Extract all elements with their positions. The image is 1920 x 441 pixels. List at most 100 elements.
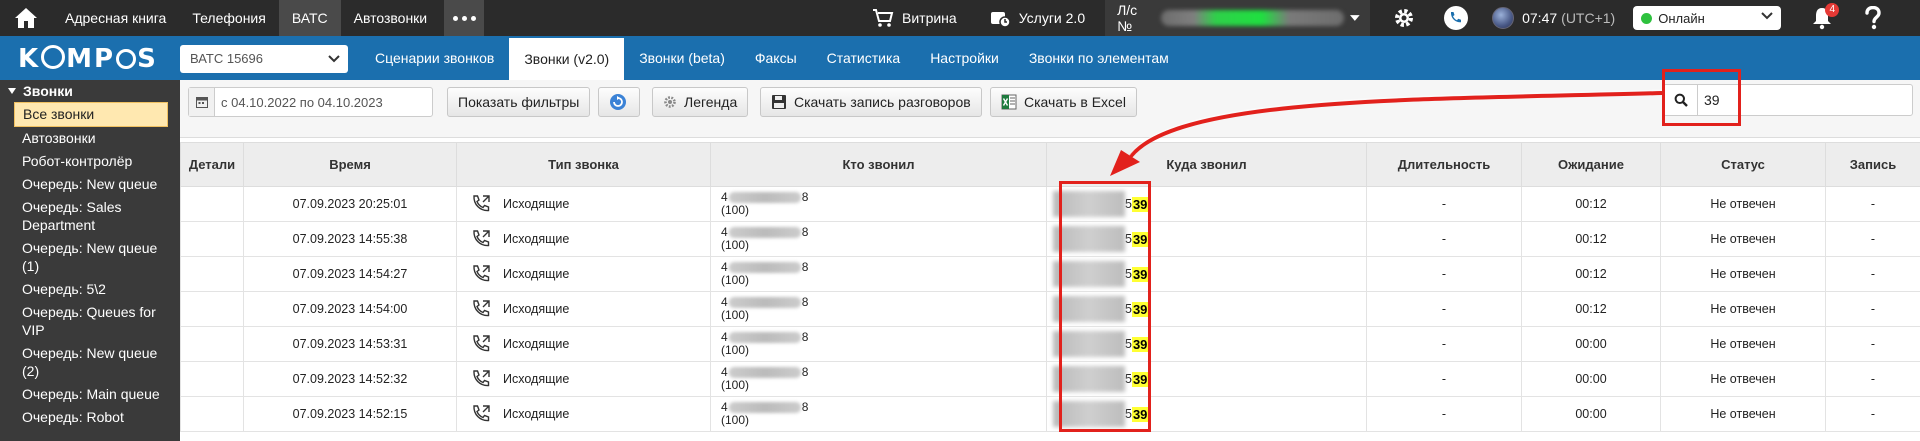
details-cell[interactable] [180,326,244,362]
vats-select[interactable]: ВАТС 15696 [180,45,348,73]
status-dropdown[interactable]: Онлайн [1633,6,1782,30]
home-button[interactable] [0,0,52,36]
table-row[interactable]: 07.09.2023 14:52:32 Исходящие 48 (100) 5… [180,361,1920,397]
caller-suffix: 8 [801,190,809,204]
call-type-cell: Исходящие [456,361,711,397]
details-cell[interactable] [180,221,244,257]
caller-suffix: 8 [801,330,809,344]
tab-calls-v2[interactable]: Звонки (v2.0) [509,38,625,80]
table-row[interactable]: 07.09.2023 14:54:27 Исходящие 48 (100) 5… [180,256,1920,292]
date-range-field[interactable]: с 04.10.2022 по 04.10.2023 [188,87,433,117]
header-record[interactable]: Запись [1825,142,1920,187]
more-menu-button[interactable] [444,0,485,36]
caller-cell: 4 8 (100) [710,361,1047,397]
legend-button[interactable]: Легенда [652,87,749,117]
show-filters-button[interactable]: Показать фильтры [447,87,591,117]
details-cell[interactable] [180,396,244,432]
app-window: Адресная книга Телефония ВАТС Автозвонки… [0,0,1920,441]
status-cell: Не отвечен [1660,256,1826,292]
caller-suffix: 8 [801,225,809,239]
cart-icon [873,9,894,27]
phone-button[interactable] [1430,0,1482,36]
menu-autocalls[interactable]: Автозвонки [341,0,441,36]
home-icon [15,8,37,28]
blue-nav-bar: K MP S ВАТС 15696 Сценарии звонков Звонки … [0,36,1920,80]
details-cell[interactable] [180,256,244,292]
header-duration[interactable]: Длительность [1366,142,1522,187]
help-button[interactable] [1847,0,1899,36]
duration-cell: - [1366,186,1522,222]
sidebar-item-queue[interactable]: Очередь: Queues for VIP [0,301,180,342]
download-records-button[interactable]: Скачать запись разговоров [760,87,982,117]
legend-label: Легенда [684,94,738,110]
sidebar-item-queue[interactable]: Очередь: Robot [0,406,180,429]
header-caller[interactable]: Кто звонил [710,142,1047,187]
top-right-area: Витрина Услуги 2.0 Л/с № 07:47 (UTC+1) О… [862,0,1899,36]
call-type-cell: Исходящие [456,396,711,432]
details-cell[interactable] [180,291,244,327]
details-cell[interactable] [180,186,244,222]
tab-settings[interactable]: Настройки [915,36,1014,80]
sidebar-section-header[interactable]: Звонки [0,80,180,102]
caller-cell: 4 8 (100) [710,221,1047,257]
sidebar-item-robot-controller[interactable]: Робот-контролёр [0,150,180,173]
time-cell: 07.09.2023 14:52:15 [243,396,457,432]
user-time[interactable]: 07:47 (UTC+1) [1482,0,1625,36]
download-excel-button[interactable]: Скачать в Excel [990,87,1137,117]
header-status[interactable]: Статус [1660,142,1826,187]
call-type-label: Исходящие [503,337,570,351]
caller-prefix: 4 [721,190,728,204]
floppy-disk-icon [772,95,786,109]
header-destination[interactable]: Куда звонил [1046,142,1367,187]
caller-prefix: 4 [721,225,728,239]
sidebar-item-queue[interactable]: Очередь: Sales Department [0,196,180,237]
settings-button[interactable] [1378,0,1430,36]
caller-extension: (100) [721,343,750,357]
duration-cell: - [1366,256,1522,292]
table-row[interactable]: 07.09.2023 14:53:31 Исходящие 48 (100) 5… [180,326,1920,362]
menu-vats[interactable]: ВАТС [278,0,341,36]
vitrina-label: Витрина [902,10,957,26]
wait-cell: 00:00 [1521,326,1661,362]
tab-call-scenarios[interactable]: Сценарии звонков [360,36,509,80]
tab-statistics[interactable]: Статистика [812,36,916,80]
notifications-button[interactable]: 4 [1797,0,1847,36]
tab-calls-beta[interactable]: Звонки (beta) [624,36,740,80]
caller-suffix: 8 [801,365,809,379]
table-row[interactable]: 07.09.2023 14:54:00 Исходящие 48 (100) 5… [180,291,1920,327]
sidebar-item-queue[interactable]: Очередь: Main queue [0,383,180,406]
sidebar-item-queue[interactable]: Очередь: New queue (1) [0,237,180,278]
header-wait[interactable]: Ожидание [1521,142,1661,187]
logo-part: K [18,44,41,74]
call-type-cell: Исходящие [456,186,711,222]
header-call-type[interactable]: Тип звонка [456,142,711,187]
logo-circle-icon [116,49,137,69]
tab-calls-by-elements[interactable]: Звонки по элементам [1014,36,1184,80]
wait-cell: 00:12 [1521,221,1661,257]
vitrina-link[interactable]: Витрина [862,0,967,36]
logo-part: MP [66,44,116,74]
account-selector[interactable]: Л/с № [1105,0,1371,36]
tab-faxes[interactable]: Факсы [740,36,812,80]
table-row[interactable]: 07.09.2023 14:52:15 Исходящие 48 (100) 5… [180,396,1920,432]
services-link[interactable]: Услуги 2.0 [979,0,1095,36]
sidebar-item-queue[interactable]: Очередь: New queue [0,173,180,196]
table-row[interactable]: 07.09.2023 14:55:38 Исходящие 48 (100) 5… [180,221,1920,257]
sidebar-item-all-calls[interactable]: Все звонки [14,102,168,127]
caller-number-blurred [728,332,801,344]
header-time[interactable]: Время [243,142,457,187]
details-cell[interactable] [180,361,244,397]
header-details[interactable]: Детали [180,142,244,187]
table-row[interactable]: 07.09.2023 20:25:01 Исходящие 48 (100) 5… [180,186,1920,222]
sidebar: Звонки Все звонки Автозвонки Робот-контр… [0,80,180,441]
dot-icon [461,15,467,21]
menu-telephony[interactable]: Телефония [179,0,278,36]
caller-number-blurred [728,367,801,379]
sidebar-item-autocalls[interactable]: Автозвонки [0,127,180,150]
refresh-button[interactable] [598,87,640,117]
wait-cell: 00:12 [1521,256,1661,292]
menu-address-book[interactable]: Адресная книга [52,0,179,36]
sidebar-item-queue[interactable]: Очередь: 5\2 [0,278,180,301]
call-type-cell: Исходящие [456,256,711,292]
sidebar-item-queue[interactable]: Очередь: New queue (2) [0,342,180,383]
